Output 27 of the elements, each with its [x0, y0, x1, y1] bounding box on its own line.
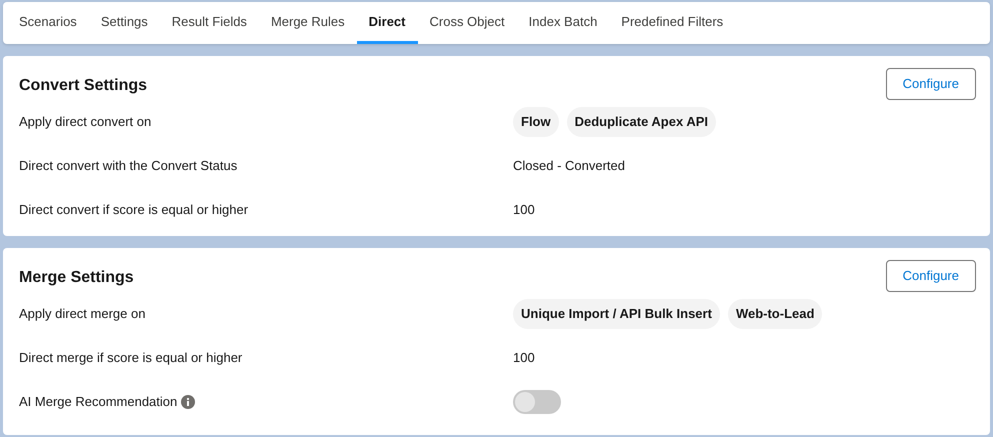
tab[interactable]: Cross Object	[418, 2, 517, 44]
field-label: AI Merge Recommendation	[19, 393, 178, 412]
tag: Web-to-Lead	[728, 299, 822, 329]
tab[interactable]: Scenarios	[7, 2, 89, 44]
configure-button[interactable]: Configure	[886, 68, 976, 100]
configure-button[interactable]: Configure	[886, 260, 976, 292]
tab[interactable]: Merge Rules	[258, 2, 357, 44]
tag: Deduplicate Apex API	[566, 107, 716, 137]
field-value: 100	[513, 201, 535, 220]
field-value: 100	[513, 349, 535, 368]
field-label: Apply direct merge on	[19, 305, 146, 324]
section-title: Convert Settings	[19, 76, 148, 96]
info-icon[interactable]	[181, 395, 196, 409]
field-label: Apply direct convert on	[19, 113, 152, 132]
tab[interactable]: Predefined Filters	[609, 2, 736, 44]
tab[interactable]: Settings	[88, 2, 160, 44]
field-label: Direct merge if score is equal or higher	[19, 349, 242, 368]
section-title: Merge Settings	[19, 268, 134, 288]
field-value: Closed - Converted	[513, 157, 625, 176]
tab[interactable]: Result Fields	[160, 2, 259, 44]
toggle-switch[interactable]	[513, 390, 561, 414]
field-label: Direct convert with the Convert Status	[19, 157, 238, 176]
tab[interactable]: Direct	[356, 2, 418, 44]
tab[interactable]: Index Batch	[516, 2, 610, 44]
field-label: Direct convert if score is equal or higher	[19, 201, 248, 220]
tag: Flow	[513, 107, 559, 137]
tag: Unique Import / API Bulk Insert	[513, 299, 720, 329]
